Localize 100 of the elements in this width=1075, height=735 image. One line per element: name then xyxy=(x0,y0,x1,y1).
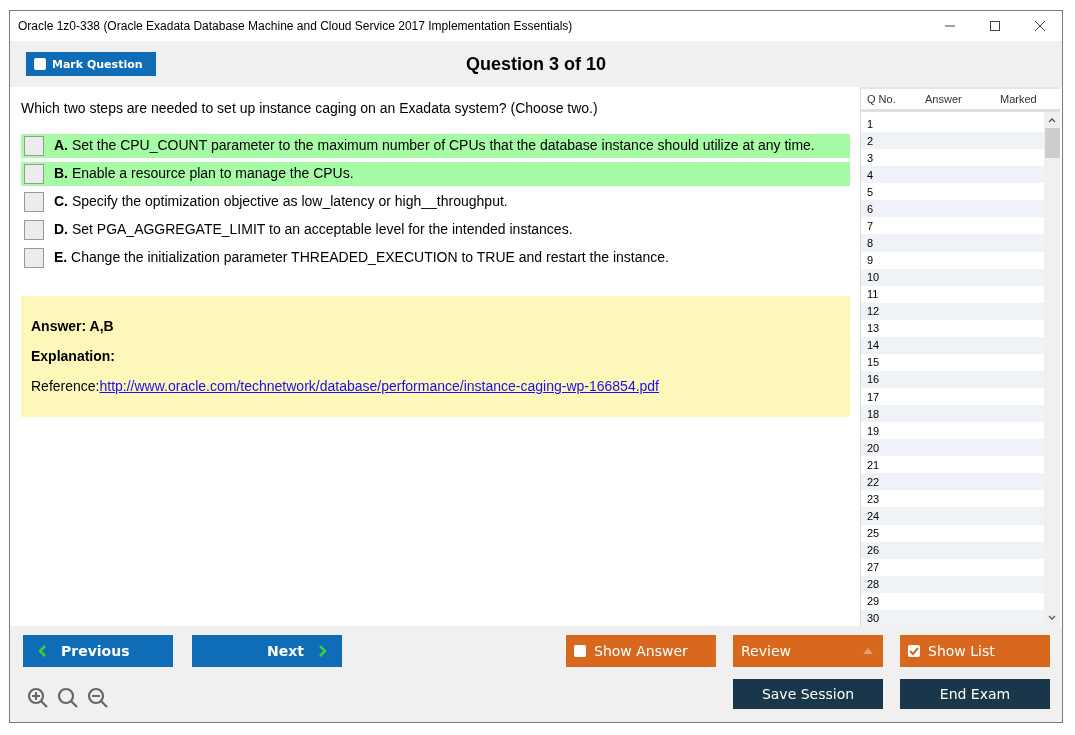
checkbox[interactable] xyxy=(574,645,586,657)
question-list-row[interactable]: 20 xyxy=(861,439,1044,457)
scrollbar-thumb[interactable] xyxy=(1044,128,1060,158)
answer-text: Answer: A,B xyxy=(31,318,115,334)
zoom-out-icon[interactable] xyxy=(87,687,109,709)
question-number: 28 xyxy=(867,578,880,591)
option-text: E. Change the initialization parameter THREADED_EXECUTION to TRUE and restart the instance. xyxy=(54,248,670,265)
question-number: 14 xyxy=(867,339,880,352)
question-list-row[interactable]: 26 xyxy=(861,541,1044,559)
question-number: 20 xyxy=(867,441,880,454)
checkbox[interactable] xyxy=(908,645,920,657)
question-number: 11 xyxy=(867,288,879,301)
caret-up-icon xyxy=(863,648,873,654)
question-number: 16 xyxy=(867,373,880,386)
scroll-down-icon[interactable] xyxy=(1047,614,1057,622)
option-text: A. Set the CPU_COUNT parameter to the maximum number of CPUs that the database instance should utilize at any time. xyxy=(54,136,816,153)
question-list-row[interactable]: 22 xyxy=(861,473,1044,491)
question-number: 2 xyxy=(867,134,874,147)
show-answer-button[interactable]: Show Answer xyxy=(566,635,716,667)
question-counter: Question 3 of 10 xyxy=(466,54,606,75)
question-list-row[interactable]: 30 xyxy=(861,609,1044,626)
question-list-row[interactable]: 15 xyxy=(861,353,1044,371)
question-list-row[interactable]: 13 xyxy=(861,319,1044,337)
question-text: Which two steps are needed to set up instance caging on an Exadata system? (Choose two.) xyxy=(21,100,599,116)
question-number: 26 xyxy=(867,544,880,557)
option-checkbox[interactable] xyxy=(24,136,44,156)
question-list-row[interactable]: 1 xyxy=(861,115,1044,133)
question-number: 5 xyxy=(867,185,874,198)
question-list-row[interactable]: 9 xyxy=(861,251,1044,269)
option-row[interactable]: D. Set PGA_AGGREGATE_LIMIT to an acceptable level for the intended instances. xyxy=(21,218,850,242)
question-list-row[interactable]: 2 xyxy=(861,132,1044,150)
question-list-row[interactable]: 7 xyxy=(861,217,1044,235)
question-list-row[interactable]: 17 xyxy=(861,388,1044,406)
correct-option-row[interactable]: A. Set the CPU_COUNT parameter to the maximum number of CPUs that the database instance should utilize at any time. xyxy=(21,134,850,158)
question-number: 18 xyxy=(867,407,880,420)
reference-label: Reference: xyxy=(31,378,100,394)
question-list-row[interactable]: 16 xyxy=(861,370,1044,388)
column-header: Marked xyxy=(1000,93,1037,105)
question-list-row[interactable]: 4 xyxy=(861,166,1044,184)
question-list-row[interactable]: 14 xyxy=(861,336,1044,354)
question-number: 21 xyxy=(867,458,880,471)
question-list-row[interactable]: 3 xyxy=(861,149,1044,167)
zoom-in-icon[interactable] xyxy=(27,687,49,709)
scroll-up-icon[interactable] xyxy=(1047,116,1057,124)
question-list-row[interactable]: 24 xyxy=(861,507,1044,525)
save-session-button[interactable]: Save Session xyxy=(733,679,883,709)
question-number: 10 xyxy=(867,271,880,284)
question-list-row[interactable]: 10 xyxy=(861,268,1044,286)
question-number: 24 xyxy=(867,509,880,522)
chevron-left-icon xyxy=(37,644,47,658)
end-exam-button[interactable]: End Exam xyxy=(900,679,1050,709)
option-row[interactable]: C. Specify the optimization objective as low_latency or high__throughput. xyxy=(21,190,850,214)
option-text: D. Set PGA_AGGREGATE_LIMIT to an acceptable level for the intended instances. xyxy=(54,220,574,237)
option-row[interactable]: E. Change the initialization parameter THREADED_EXECUTION to TRUE and restart the instance. xyxy=(21,246,850,270)
question-number: 4 xyxy=(867,168,874,181)
question-number: 23 xyxy=(867,492,880,505)
question-number: 22 xyxy=(867,475,880,488)
question-number: 3 xyxy=(867,151,874,164)
question-number: 25 xyxy=(867,527,880,540)
option-checkbox[interactable] xyxy=(24,248,44,268)
maximize-icon[interactable] xyxy=(989,20,1001,32)
question-list-row[interactable]: 27 xyxy=(861,558,1044,576)
question-list-row[interactable]: 11 xyxy=(861,285,1044,303)
next-button[interactable]: Next xyxy=(192,635,342,667)
question-number: 8 xyxy=(867,236,874,249)
column-header: Q No. xyxy=(866,93,897,105)
option-checkbox[interactable] xyxy=(24,164,44,184)
explanation-label: Explanation: xyxy=(31,348,116,364)
option-text: C. Specify the optimization objective as low_latency or high__throughput. xyxy=(54,192,509,209)
chevron-right-icon xyxy=(318,644,328,658)
question-number: 30 xyxy=(867,612,880,625)
close-icon[interactable] xyxy=(1034,20,1046,32)
question-list-row[interactable]: 28 xyxy=(861,575,1044,593)
question-list-row[interactable]: 6 xyxy=(861,200,1044,218)
question-list-row[interactable]: 29 xyxy=(861,592,1044,610)
question-number: 13 xyxy=(867,322,880,335)
review-button[interactable]: Review xyxy=(733,635,883,667)
question-number: 27 xyxy=(867,561,880,574)
correct-option-row[interactable]: B. Enable a resource plan to manage the CPUs. xyxy=(21,162,850,186)
checkbox[interactable] xyxy=(34,58,46,70)
question-number: 15 xyxy=(867,356,880,369)
option-checkbox[interactable] xyxy=(24,220,44,240)
scrollbar[interactable] xyxy=(1044,112,1060,626)
question-list-row[interactable]: 25 xyxy=(861,524,1044,542)
question-list-row[interactable]: 21 xyxy=(861,456,1044,474)
question-list-row[interactable]: 12 xyxy=(861,302,1044,320)
column-header: Answer xyxy=(925,93,963,105)
search-icon[interactable] xyxy=(57,687,79,709)
question-number: 17 xyxy=(867,390,880,403)
mark-question-button[interactable]: Mark Question xyxy=(26,52,156,76)
question-list-row[interactable]: 5 xyxy=(861,183,1044,201)
option-checkbox[interactable] xyxy=(24,192,44,212)
question-list-row[interactable]: 18 xyxy=(861,405,1044,423)
reference-link[interactable]: http://www.oracle.com/technetwork/database/performance/instance-caging-wp-166854.pdf xyxy=(99,378,659,394)
question-list-row[interactable]: 23 xyxy=(861,490,1044,508)
question-list-row[interactable]: 8 xyxy=(861,234,1044,252)
option-text: B. Enable a resource plan to manage the CPUs. xyxy=(54,164,355,181)
show-list-button[interactable]: Show List xyxy=(900,635,1050,667)
question-list-row[interactable]: 19 xyxy=(861,422,1044,440)
previous-button[interactable]: Previous xyxy=(23,635,173,667)
